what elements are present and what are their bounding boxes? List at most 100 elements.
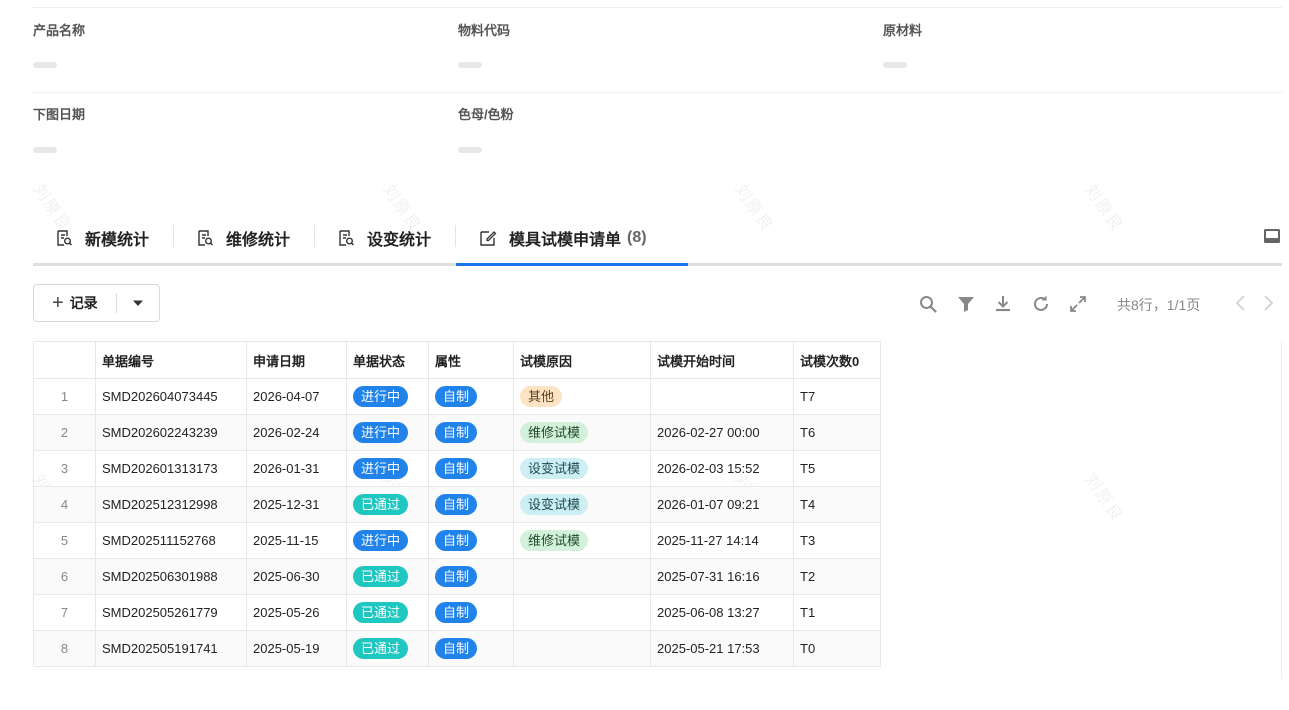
cell-reason[interactable] bbox=[513, 594, 651, 631]
cell-start-time[interactable]: 2025-06-08 13:27 bbox=[650, 594, 794, 631]
column-header-date[interactable]: 申请日期 bbox=[246, 341, 347, 379]
cell-attribute[interactable]: 自制 bbox=[428, 630, 514, 667]
chevron-right-icon[interactable] bbox=[1260, 294, 1276, 312]
column-header-reason[interactable]: 试模原因 bbox=[513, 341, 651, 379]
cell-attribute[interactable]: 自制 bbox=[428, 486, 514, 523]
attribute-badge: 自制 bbox=[435, 530, 478, 551]
cell-start-time[interactable]: 2026-02-03 15:52 bbox=[650, 450, 794, 487]
cell-status[interactable]: 进行中 bbox=[346, 522, 429, 559]
cell-reason[interactable]: 设变试模 bbox=[513, 450, 651, 487]
cell-trial-count[interactable]: T2 bbox=[793, 558, 881, 595]
cell-reason[interactable] bbox=[513, 558, 651, 595]
add-record-button[interactable]: + 记录 bbox=[34, 285, 98, 321]
cell-code[interactable]: SMD202506301988 bbox=[95, 558, 247, 595]
status-badge: 进行中 bbox=[353, 530, 409, 551]
status-badge: 已通过 bbox=[353, 638, 409, 659]
cell-trial-count[interactable]: T5 bbox=[793, 450, 881, 487]
cell-status[interactable]: 已通过 bbox=[346, 594, 429, 631]
cell-start-time[interactable]: 2026-01-07 09:21 bbox=[650, 486, 794, 523]
cell-date[interactable]: 2026-02-24 bbox=[246, 414, 347, 451]
cell-date[interactable]: 2025-11-15 bbox=[246, 522, 347, 559]
tab-mold-trial-request[interactable]: 模具试模申请单 (8) bbox=[479, 212, 647, 263]
cell-status[interactable]: 进行中 bbox=[346, 414, 429, 451]
cell-trial-count[interactable]: T3 bbox=[793, 522, 881, 559]
cell-reason[interactable]: 维修试模 bbox=[513, 522, 651, 559]
report-search-icon bbox=[339, 229, 354, 246]
cell-date[interactable]: 2025-05-19 bbox=[246, 630, 347, 667]
column-header-code[interactable]: 单据编号 bbox=[95, 341, 247, 379]
cell-code[interactable]: SMD202512312998 bbox=[95, 486, 247, 523]
field-label: 原材料 bbox=[883, 23, 923, 38]
cell-start-time[interactable] bbox=[650, 378, 794, 415]
add-record-dropdown[interactable] bbox=[117, 285, 159, 321]
cell-reason[interactable]: 设变试模 bbox=[513, 486, 651, 523]
cell-code[interactable]: SMD202601313173 bbox=[95, 450, 247, 487]
table-row[interactable]: 3 SMD202601313173 2026-01-31 进行中 自制 设变试模… bbox=[33, 450, 881, 487]
cell-date[interactable]: 2025-12-31 bbox=[246, 486, 347, 523]
reason-badge: 其他 bbox=[520, 386, 563, 407]
tab-count-badge: (8) bbox=[627, 228, 647, 246]
cell-date[interactable]: 2026-04-07 bbox=[246, 378, 347, 415]
table-row[interactable]: 7 SMD202505261779 2025-05-26 已通过 自制 2025… bbox=[33, 594, 881, 631]
cell-start-time[interactable]: 2025-11-27 14:14 bbox=[650, 522, 794, 559]
cell-start-time[interactable]: 2025-07-31 16:16 bbox=[650, 558, 794, 595]
fullscreen-icon[interactable] bbox=[1068, 294, 1088, 314]
table-row[interactable]: 1 SMD202604073445 2026-04-07 进行中 自制 其他 T… bbox=[33, 378, 881, 415]
cell-status[interactable]: 进行中 bbox=[346, 450, 429, 487]
cell-attribute[interactable]: 自制 bbox=[428, 594, 514, 631]
panel-layout-icon[interactable] bbox=[1262, 226, 1282, 246]
cell-status[interactable]: 进行中 bbox=[346, 378, 429, 415]
cell-reason[interactable]: 其他 bbox=[513, 378, 651, 415]
column-header-attribute[interactable]: 属性 bbox=[428, 341, 514, 379]
cell-attribute[interactable]: 自制 bbox=[428, 522, 514, 559]
cell-code[interactable]: SMD202505191741 bbox=[95, 630, 247, 667]
search-icon[interactable] bbox=[918, 294, 938, 314]
tab-repair-stats[interactable]: 维修统计 bbox=[196, 212, 290, 263]
tab-new-mold-stats[interactable]: 新模统计 bbox=[55, 212, 149, 263]
cell-code[interactable]: SMD202602243239 bbox=[95, 414, 247, 451]
cell-status[interactable]: 已通过 bbox=[346, 630, 429, 667]
cell-start-time[interactable]: 2025-05-21 17:53 bbox=[650, 630, 794, 667]
cell-date[interactable]: 2025-06-30 bbox=[246, 558, 347, 595]
attribute-badge: 自制 bbox=[435, 494, 478, 515]
cell-trial-count[interactable]: T1 bbox=[793, 594, 881, 631]
cell-start-time[interactable]: 2026-02-27 00:00 bbox=[650, 414, 794, 451]
table-row[interactable]: 6 SMD202506301988 2025-06-30 已通过 自制 2025… bbox=[33, 558, 881, 595]
refresh-icon[interactable] bbox=[1031, 294, 1051, 314]
cell-trial-count[interactable]: T0 bbox=[793, 630, 881, 667]
column-header-start-time[interactable]: 试模开始时间 bbox=[650, 341, 794, 379]
cell-trial-count[interactable]: T7 bbox=[793, 378, 881, 415]
table-row[interactable]: 8 SMD202505191741 2025-05-19 已通过 自制 2025… bbox=[33, 630, 881, 667]
reason-badge: 维修试模 bbox=[520, 530, 589, 551]
cell-code[interactable]: SMD202505261779 bbox=[95, 594, 247, 631]
cell-code[interactable]: SMD202604073445 bbox=[95, 378, 247, 415]
row-index: 7 bbox=[33, 594, 96, 631]
cell-attribute[interactable]: 自制 bbox=[428, 378, 514, 415]
attribute-badge: 自制 bbox=[435, 386, 478, 407]
cell-status[interactable]: 已通过 bbox=[346, 558, 429, 595]
field-label: 下图日期 bbox=[33, 107, 86, 122]
chevron-left-icon[interactable] bbox=[1233, 294, 1249, 312]
field-value-empty bbox=[458, 147, 482, 153]
column-header-status[interactable]: 单据状态 bbox=[346, 341, 429, 379]
tab-bar: 新模统计 维修统计 设变统计 模具试模申请单 (8) bbox=[33, 212, 1282, 266]
cell-date[interactable]: 2025-05-26 bbox=[246, 594, 347, 631]
cell-trial-count[interactable]: T6 bbox=[793, 414, 881, 451]
cell-reason[interactable] bbox=[513, 630, 651, 667]
cell-date[interactable]: 2026-01-31 bbox=[246, 450, 347, 487]
table-row[interactable]: 2 SMD202602243239 2026-02-24 进行中 自制 维修试模… bbox=[33, 414, 881, 451]
cell-attribute[interactable]: 自制 bbox=[428, 450, 514, 487]
download-icon[interactable] bbox=[993, 294, 1013, 314]
cell-reason[interactable]: 维修试模 bbox=[513, 414, 651, 451]
edit-icon bbox=[480, 230, 497, 246]
table-row[interactable]: 5 SMD202511152768 2025-11-15 进行中 自制 维修试模… bbox=[33, 522, 881, 559]
filter-icon[interactable] bbox=[956, 294, 976, 314]
cell-code[interactable]: SMD202511152768 bbox=[95, 522, 247, 559]
cell-attribute[interactable]: 自制 bbox=[428, 414, 514, 451]
column-header-trial-count[interactable]: 试模次数0 bbox=[793, 341, 881, 379]
tab-change-stats[interactable]: 设变统计 bbox=[337, 212, 431, 263]
cell-status[interactable]: 已通过 bbox=[346, 486, 429, 523]
cell-attribute[interactable]: 自制 bbox=[428, 558, 514, 595]
table-row[interactable]: 4 SMD202512312998 2025-12-31 已通过 自制 设变试模… bbox=[33, 486, 881, 523]
cell-trial-count[interactable]: T4 bbox=[793, 486, 881, 523]
